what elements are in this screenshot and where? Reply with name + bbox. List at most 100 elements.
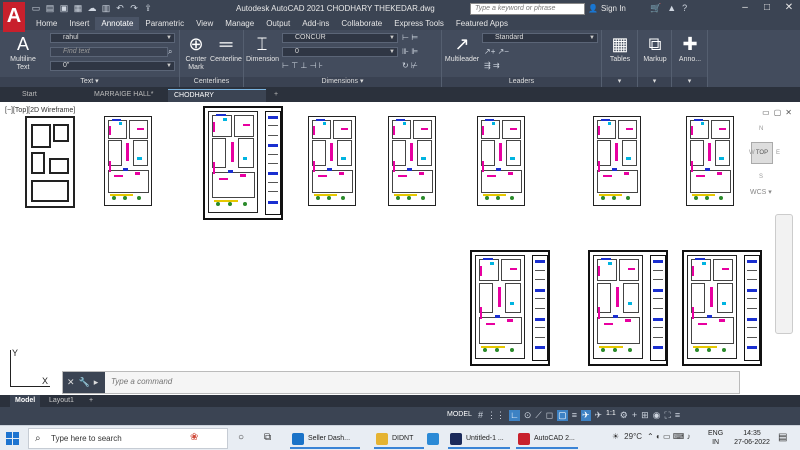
viewport-label[interactable]: [−][Top][2D Wireframe] <box>5 107 75 114</box>
dim-break-icon[interactable]: ⊢ ⊨ <box>402 33 418 42</box>
tables-panel-expand[interactable]: ▾ <box>602 77 637 87</box>
maximize-viewport-icon[interactable]: ▢ <box>774 108 782 117</box>
taskbar-item-photoshop[interactable]: Untitled-1 ... <box>448 429 510 449</box>
taskbar-item-folder[interactable]: DIDNT GOT <box>374 429 424 449</box>
center-mark-button[interactable]: ⊕ Center Mark <box>182 34 210 72</box>
minimize-button[interactable]: – <box>734 0 756 17</box>
menu-tab-collaborate[interactable]: Collaborate <box>335 17 388 30</box>
floor-plan-sheet[interactable] <box>388 116 440 210</box>
dim-style-select[interactable]: CONCUR ▼ <box>282 33 398 43</box>
help-icon[interactable]: ? <box>682 3 687 14</box>
markup-panel-expand[interactable]: ▾ <box>638 77 671 87</box>
cart-icon[interactable]: 🛒 <box>650 3 661 14</box>
taskbar-item-autocad[interactable]: AutoCAD 2... <box>516 429 578 449</box>
language-indicator[interactable]: ENG IN <box>708 429 723 447</box>
clock[interactable]: 14:35 27-06-2022 <box>732 429 772 447</box>
customization-icon[interactable]: ≡ <box>675 410 680 421</box>
autocad-logo[interactable]: A <box>3 2 25 32</box>
floor-plan-sheet[interactable] <box>686 116 738 210</box>
dim-update-icon[interactable]: ↻ ⊬ <box>402 61 418 70</box>
isolate-icon[interactable]: ◉ <box>653 410 661 421</box>
sketch-floor-plan[interactable] <box>25 116 75 208</box>
redo-icon[interactable]: ↷ <box>129 3 139 13</box>
fullscreen-icon[interactable]: ⛶ <box>665 410 671 421</box>
task-view-icon[interactable]: ⧉ <box>264 432 271 443</box>
dimensions-panel-title[interactable]: Dimensions ▾ <box>244 77 441 87</box>
model-space-toggle[interactable]: MODEL <box>447 411 472 418</box>
new-file-icon[interactable]: ▭ <box>31 3 41 13</box>
snap-icon[interactable]: ⋮⋮ <box>487 410 505 421</box>
add-layout-button[interactable]: + <box>84 395 98 407</box>
grid-icon[interactable]: # <box>478 410 483 421</box>
share-icon[interactable]: ⇪ <box>143 3 153 13</box>
news-widget-icon[interactable]: ❀ <box>190 432 198 443</box>
add-leader-icon[interactable]: ↗+ ↗− <box>484 47 509 56</box>
drawing-canvas[interactable]: [−][Top][2D Wireframe] ▭ ▢ ✕ N TOP W E S… <box>0 102 800 395</box>
osnap-icon[interactable]: ◻ <box>546 410 553 421</box>
floor-plan-sheet[interactable] <box>470 250 550 366</box>
floor-plan-sheet[interactable] <box>588 250 668 366</box>
menu-tab-insert[interactable]: Insert <box>63 17 95 30</box>
viewcube-west[interactable]: W <box>749 150 755 156</box>
tray-icons[interactable]: ⌃ ◐ ▭ ⌨ ♪ <box>647 432 691 441</box>
annotation-scale[interactable]: 1:1 <box>606 410 616 421</box>
floor-plan-sheet[interactable] <box>104 116 156 210</box>
doc-tab-chodhary-thekedar[interactable]: CHODHARY THEKEDAR*✕ <box>168 89 266 111</box>
taskbar-item-photos[interactable] <box>425 429 443 449</box>
menu-tab-add-ins[interactable]: Add-ins <box>296 17 335 30</box>
autodesk-app-icon[interactable]: ▲ <box>667 3 676 14</box>
weather-icon[interactable]: ☀ <box>612 432 619 441</box>
menu-tab-output[interactable]: Output <box>260 17 296 30</box>
find-text-input[interactable]: Find text <box>50 47 168 57</box>
navigation-bar[interactable] <box>775 214 793 334</box>
workspace-gear-icon[interactable]: ⚙ <box>620 410 628 421</box>
find-icon[interactable]: ⌕ <box>168 47 172 57</box>
floor-plan-sheet[interactable] <box>593 116 645 210</box>
isodraft-icon[interactable]: ⟋ <box>535 410 541 421</box>
annotation-panel-expand[interactable]: ▾ <box>672 77 707 87</box>
annotation-button[interactable]: ✚ Anno... <box>674 34 706 64</box>
dim-adjust-icon[interactable]: ⊪ ⊫ <box>402 47 418 56</box>
floor-plan-sheet[interactable] <box>682 250 762 366</box>
doc-tab-start[interactable]: Start <box>16 89 88 102</box>
ortho-icon[interactable]: ∟ <box>509 410 520 421</box>
menu-tab-view[interactable]: View <box>190 17 219 30</box>
menu-tab-parametric[interactable]: Parametric <box>139 17 190 30</box>
close-viewport-icon[interactable]: ✕ <box>785 108 792 117</box>
wcs-menu[interactable]: WCS ▾ <box>750 188 772 196</box>
tab-layout1[interactable]: Layout1 <box>44 395 79 407</box>
save-as-icon[interactable]: ▦ <box>73 3 83 13</box>
restore-viewport-icon[interactable]: ▭ <box>762 108 770 117</box>
floor-plan-sheet[interactable] <box>203 106 283 220</box>
windows-start-button[interactable] <box>6 432 19 445</box>
maximize-button[interactable]: □ <box>756 0 778 17</box>
auto-scale-icon[interactable]: ✈ <box>595 410 603 421</box>
search-input[interactable]: Type a keyword or phrase <box>470 3 585 15</box>
object-snap-icon[interactable]: ▢ <box>557 410 568 421</box>
menu-tab-featured-apps[interactable]: Featured Apps <box>450 17 514 30</box>
multiline-text-button[interactable]: A Multiline Text <box>8 34 38 72</box>
viewcube-north[interactable]: N <box>759 126 763 132</box>
dim-tools-icons[interactable]: ⊢ ⊤ ⊥ ⊣ ⊦ <box>282 61 323 70</box>
close-command-line-icon[interactable]: ✕ <box>67 377 75 388</box>
menu-tab-annotate[interactable]: Annotate <box>95 17 140 30</box>
open-file-icon[interactable]: ▤ <box>45 3 55 13</box>
tables-button[interactable]: ▦ Tables <box>604 34 636 64</box>
doc-tab-marraige-hall[interactable]: MARRAIGE HALL* <box>88 89 168 102</box>
dimension-button[interactable]: ⌶ Dimension <box>246 34 279 64</box>
print-icon[interactable]: ▥ <box>101 3 111 13</box>
text-panel-title[interactable]: Text ▾ <box>0 77 179 87</box>
viewcube-east[interactable]: E <box>776 150 780 156</box>
menu-tab-home[interactable]: Home <box>30 17 63 30</box>
plus-icon[interactable]: + <box>632 410 637 421</box>
dim-layer-select[interactable]: 0 ▼ <box>282 47 398 57</box>
cloud-save-icon[interactable]: ☁ <box>87 3 97 13</box>
menu-tab-express-tools[interactable]: Express Tools <box>388 17 450 30</box>
weather-temp[interactable]: 29°C <box>624 432 642 441</box>
command-prompt-icon[interactable]: ▸ <box>94 377 99 388</box>
text-style-select[interactable]: rahul ▼ <box>50 33 175 43</box>
lineweight-icon[interactable]: ≡ <box>572 410 577 421</box>
menu-tab-manage[interactable]: Manage <box>219 17 260 30</box>
floor-plan-sheet[interactable] <box>308 116 360 210</box>
viewcube-south[interactable]: S <box>759 174 763 180</box>
